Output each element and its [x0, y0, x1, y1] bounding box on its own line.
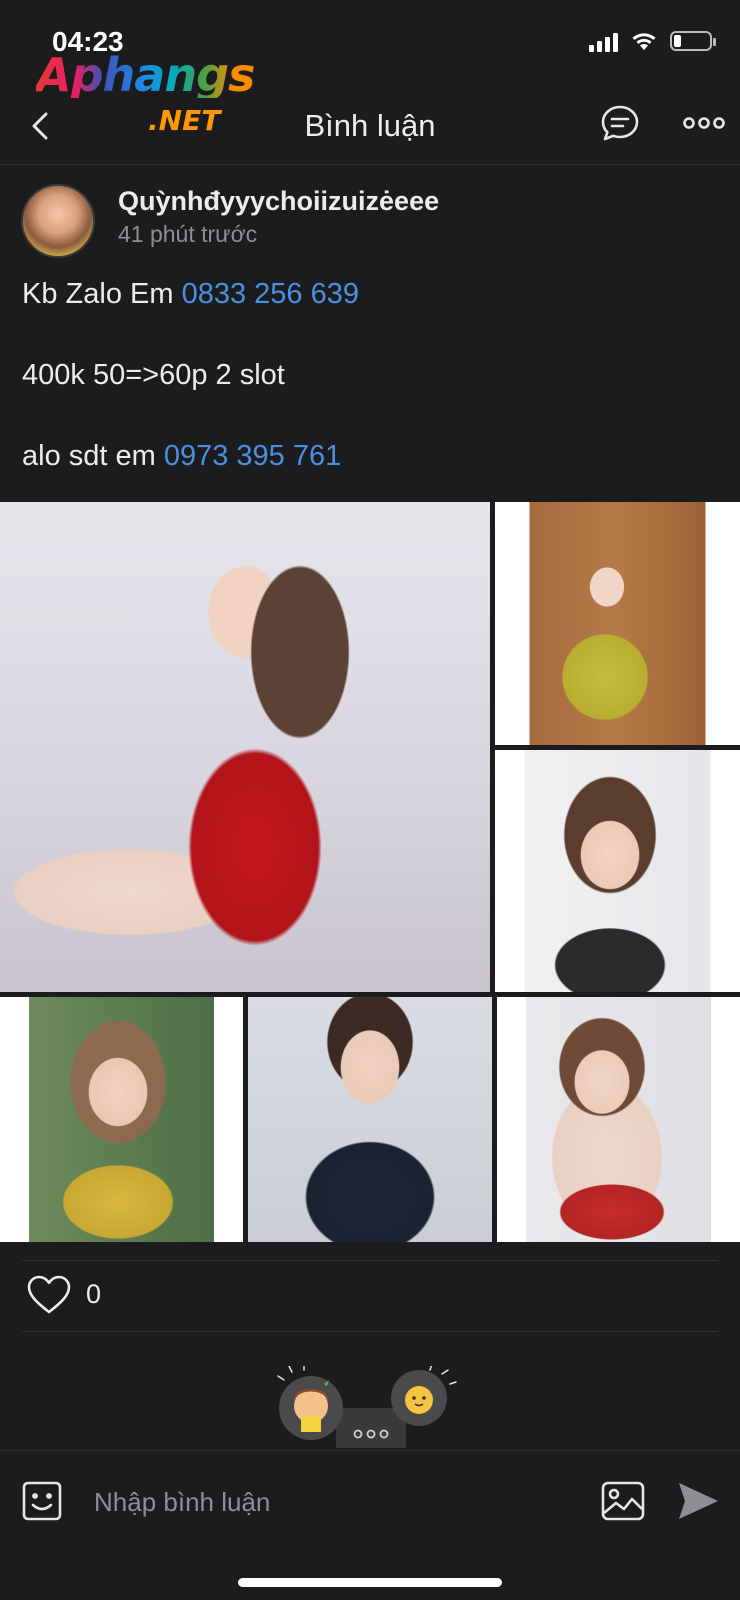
comment-input[interactable] — [92, 1475, 576, 1529]
divider — [22, 1260, 718, 1261]
heart-outline-icon — [27, 1275, 71, 1314]
like-button[interactable] — [26, 1274, 72, 1316]
battery-icon — [670, 31, 716, 51]
sticker-button[interactable] — [20, 1479, 64, 1523]
sticker-icon — [22, 1481, 62, 1521]
message-button[interactable] — [598, 102, 642, 146]
photo-grid — [0, 502, 740, 1242]
phone-link[interactable]: 0833 256 639 — [182, 278, 359, 310]
wifi-icon — [632, 33, 656, 50]
post-line: alo sdt em 0973 395 761 — [22, 440, 341, 473]
signal-icon — [589, 30, 618, 52]
battery-level — [674, 35, 681, 47]
chat-bubble-icon — [601, 105, 639, 141]
photo-1[interactable] — [0, 502, 490, 992]
home-indicator — [238, 1578, 502, 1587]
divider — [22, 1331, 718, 1332]
photo-4[interactable] — [0, 997, 243, 1242]
send-button[interactable] — [676, 1479, 720, 1523]
more-button[interactable] — [682, 108, 726, 138]
photo-2[interactable] — [495, 502, 740, 745]
watermark-suffix: .NET — [148, 104, 221, 137]
send-icon — [679, 1483, 718, 1519]
avatar[interactable] — [21, 184, 95, 258]
post-line: Kb Zalo Em 0833 256 639 — [22, 278, 359, 311]
empty-comments-illustration — [277, 1366, 457, 1448]
watermark-logo: Aphangs .NET — [36, 52, 256, 138]
watermark-main: Aphangs — [36, 48, 255, 102]
image-icon — [601, 1481, 645, 1521]
post-time: 41 phút trước — [118, 221, 258, 247]
author-name[interactable]: Quỳnhđyyychoiizuizėeee — [118, 186, 439, 217]
like-count: 0 — [86, 1279, 102, 1309]
more-horizontal-icon — [683, 117, 725, 129]
post-text: Kb Zalo Em — [22, 278, 182, 310]
post-text: alo sdt em — [22, 440, 164, 472]
photo-3[interactable] — [495, 750, 740, 992]
image-button[interactable] — [600, 1479, 646, 1523]
phone-link[interactable]: 0973 395 761 — [164, 440, 341, 472]
photo-5[interactable] — [248, 997, 492, 1242]
post-line: 400k 50=>60p 2 slot — [22, 359, 285, 392]
comments-screen: 04:23 Bình luận Aphangs .NET Quỳnhđyyych… — [0, 0, 740, 1600]
post-text: 400k 50=>60p 2 slot — [22, 359, 285, 391]
photo-6[interactable] — [497, 997, 740, 1242]
status-indicators — [589, 30, 716, 52]
